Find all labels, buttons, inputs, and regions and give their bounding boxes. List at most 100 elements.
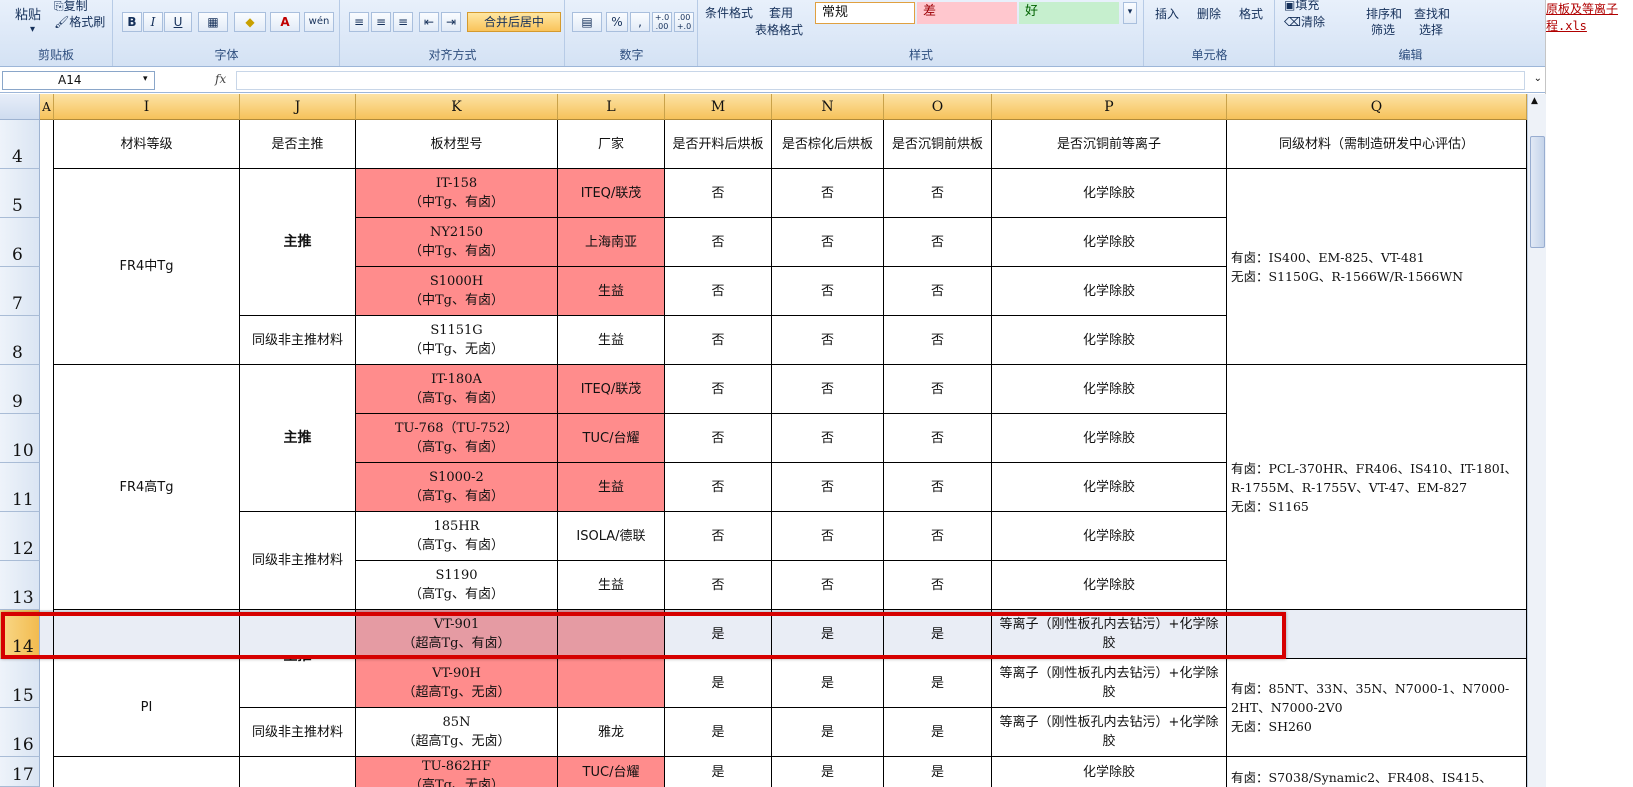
plasma-cell[interactable]: 化学除胶: [992, 414, 1227, 463]
align-left-button[interactable]: ≡: [349, 12, 369, 32]
bake-brown-cell[interactable]: 是: [772, 757, 884, 787]
bake-brown-cell[interactable]: 否: [772, 414, 884, 463]
bake-pth-cell[interactable]: 是: [884, 659, 992, 708]
maker-cell[interactable]: 生益: [558, 561, 665, 610]
italic-button[interactable]: I: [143, 12, 163, 32]
bake-cut-cell[interactable]: 否: [665, 512, 772, 561]
maker-cell[interactable]: 生益: [558, 316, 665, 365]
other-fr4-high[interactable]: 同级非主推材料: [240, 512, 356, 610]
bake-brown-cell[interactable]: 否: [772, 561, 884, 610]
bake-pth-cell[interactable]: 否: [884, 169, 992, 218]
delete-button[interactable]: 删除: [1197, 5, 1221, 22]
plasma-cell[interactable]: 化学除胶: [992, 561, 1227, 610]
maker-cell[interactable]: 上海南亚: [558, 218, 665, 267]
bake-brown-cell[interactable]: 否: [772, 316, 884, 365]
main-fr4-high[interactable]: 主推: [240, 365, 356, 512]
bake-cut-cell[interactable]: 否: [665, 365, 772, 414]
row-header-11[interactable]: 11: [0, 463, 40, 512]
main-pi[interactable]: 主推: [240, 659, 356, 708]
bake-pth-cell[interactable]: 否: [884, 512, 992, 561]
bake-pth-cell[interactable]: 否: [884, 267, 992, 316]
style-good[interactable]: 好: [1019, 2, 1119, 24]
model-cell[interactable]: TU-862HF （高Tg、无卤）: [356, 757, 558, 787]
column-header-a[interactable]: A: [40, 94, 54, 120]
bake-pth-cell[interactable]: 否: [884, 316, 992, 365]
model-cell[interactable]: NY2150 （中Tg、有卤）: [356, 218, 558, 267]
header-equivalent[interactable]: 同级材料（需制造研发中心评估）: [1227, 120, 1527, 169]
other-fr4-mid[interactable]: 同级非主推材料: [240, 316, 356, 365]
bake-cut-cell[interactable]: 否: [665, 414, 772, 463]
style-bad[interactable]: 差: [917, 2, 1017, 24]
style-normal[interactable]: 常规: [815, 2, 915, 24]
bake-cut-cell[interactable]: 否: [665, 169, 772, 218]
bake-brown-cell[interactable]: 否: [772, 463, 884, 512]
fill-button[interactable]: ▣填充: [1284, 0, 1319, 13]
find-select-button[interactable]: 查找和: [1414, 5, 1450, 22]
bake-brown-cell[interactable]: 否: [772, 169, 884, 218]
model-cell[interactable]: IT-158 （中Tg、有卤）: [356, 169, 558, 218]
bake-brown-cell[interactable]: 是: [772, 708, 884, 757]
model-cell[interactable]: VT-90H （超高Tg、无卤）: [356, 659, 558, 708]
equivalent-fr4-high[interactable]: 有卤：PCL-370HR、FR406、IS410、IT-180I、R-1755M…: [1227, 365, 1527, 610]
model-cell[interactable]: IT-180A （高Tg、有卤）: [356, 365, 558, 414]
plasma-cell[interactable]: 化学除胶: [992, 757, 1227, 787]
column-a-cells[interactable]: [40, 120, 54, 610]
maker-cell[interactable]: TUC/台耀: [558, 414, 665, 463]
plasma-cell[interactable]: 等离子（刚性板孔内去钻污）+化学除胶: [992, 659, 1227, 708]
row-header-16[interactable]: 16: [0, 708, 40, 757]
header-bake-cut[interactable]: 是否开料后烘板: [665, 120, 772, 169]
side-link-2[interactable]: 程.xls: [1546, 17, 1633, 34]
table-format-button[interactable]: 套用: [769, 4, 793, 21]
column-header-q[interactable]: Q: [1227, 94, 1527, 120]
row-header-9[interactable]: 9: [0, 365, 40, 414]
bake-cut-cell[interactable]: 否: [665, 561, 772, 610]
insert-button[interactable]: 插入: [1155, 5, 1179, 22]
header-plasma[interactable]: 是否沉铜前等离子: [992, 120, 1227, 169]
column-header-p[interactable]: P: [992, 94, 1227, 120]
bake-cut-cell[interactable]: 是: [665, 659, 772, 708]
plasma-cell[interactable]: 化学除胶: [992, 267, 1227, 316]
comma-button[interactable]: ,: [630, 12, 650, 32]
copy-button[interactable]: ⎘复制: [54, 0, 88, 14]
plasma-cell[interactable]: 化学除胶: [992, 316, 1227, 365]
bake-cut-cell[interactable]: 否: [665, 218, 772, 267]
bake-cut-cell[interactable]: 否: [665, 463, 772, 512]
side-link-1[interactable]: 原板及等离子: [1546, 0, 1633, 17]
align-right-button[interactable]: ≡: [393, 12, 413, 32]
bake-pth-cell[interactable]: 否: [884, 218, 992, 267]
plasma-cell[interactable]: 化学除胶: [992, 218, 1227, 267]
bake-cut-cell[interactable]: 是: [665, 708, 772, 757]
plasma-cell[interactable]: 化学除胶: [992, 365, 1227, 414]
grade-pi[interactable]: PI: [54, 659, 240, 757]
bake-brown-cell[interactable]: 否: [772, 267, 884, 316]
paste-button[interactable]: 粘贴: [15, 4, 41, 23]
format-painter-button[interactable]: 🖌格式刷: [54, 13, 105, 30]
scrollbar-thumb[interactable]: [1530, 136, 1545, 248]
percent-button[interactable]: %: [606, 12, 628, 32]
bake-pth-cell[interactable]: 是: [884, 757, 992, 787]
maker-cell[interactable]: TUC/台耀: [558, 757, 665, 787]
maker-cell[interactable]: ITEQ/联茂: [558, 169, 665, 218]
plasma-cell[interactable]: 化学除胶: [992, 463, 1227, 512]
bake-pth-cell[interactable]: 否: [884, 365, 992, 414]
increase-decimal-button[interactable]: +.0 .00: [652, 12, 672, 32]
model-cell[interactable]: TU-768（TU-752） （高Tg、有卤）: [356, 414, 558, 463]
plasma-cell[interactable]: 化学除胶: [992, 512, 1227, 561]
bake-pth-cell[interactable]: 否: [884, 414, 992, 463]
styles-more-button[interactable]: ▾: [1123, 2, 1137, 24]
header-bake-brown[interactable]: 是否棕化后烘板: [772, 120, 884, 169]
name-box-dropdown-icon[interactable]: ▾: [143, 74, 148, 84]
maker-cell[interactable]: 生益: [558, 463, 665, 512]
row-header-6[interactable]: 6: [0, 218, 40, 267]
row-header-17[interactable]: 17: [0, 757, 40, 787]
name-box[interactable]: A14: [2, 71, 155, 90]
equivalent-next[interactable]: 有卤：S7038/Synamic2、FR408、IS415、: [1227, 757, 1527, 787]
header-maker[interactable]: 厂家: [558, 120, 665, 169]
maker-cell[interactable]: 雅龙: [558, 708, 665, 757]
column-header-k[interactable]: K: [356, 94, 558, 120]
bake-pth-cell[interactable]: 否: [884, 561, 992, 610]
row-header-12[interactable]: 12: [0, 512, 40, 561]
decrease-indent-button[interactable]: ⇤: [419, 12, 439, 32]
decrease-decimal-button[interactable]: .00 +.0: [674, 12, 694, 32]
column-header-j[interactable]: J: [240, 94, 356, 120]
